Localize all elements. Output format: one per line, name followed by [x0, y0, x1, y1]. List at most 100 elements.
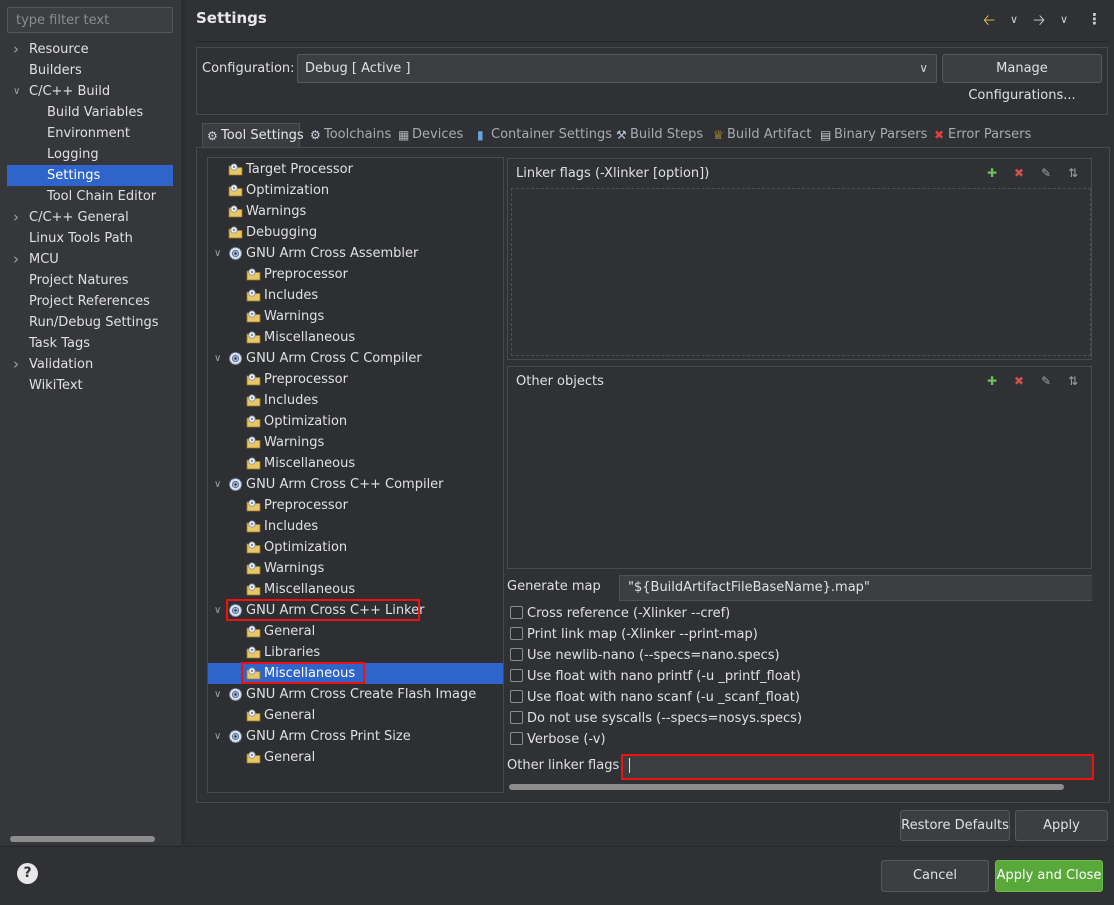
other-objects-list[interactable]: [511, 396, 1091, 565]
nav-item[interactable]: › Validation: [7, 354, 173, 375]
tab-build-artifact[interactable]: ♕ Build Artifact: [709, 123, 812, 147]
chevron-down-icon[interactable]: ∨: [13, 81, 23, 102]
tree-item[interactable]: Target Processor: [208, 159, 503, 180]
tree-item[interactable]: Libraries: [208, 642, 503, 663]
kebab-menu-icon[interactable]: ⋮: [1087, 10, 1102, 28]
other-linker-flags-input[interactable]: [621, 754, 1094, 780]
chevron-down-icon[interactable]: ∨: [214, 348, 221, 369]
filter-input[interactable]: [7, 7, 173, 33]
option-checkbox-row[interactable]: Use float with nano printf (-u _printf_f…: [510, 666, 801, 687]
chevron-right-icon[interactable]: ›: [13, 39, 23, 60]
tree-item[interactable]: Optimization: [208, 411, 503, 432]
chevron-down-icon[interactable]: ∨: [214, 243, 221, 264]
nav-item[interactable]: › Resource: [7, 39, 173, 60]
nav-item[interactable]: Project References: [7, 291, 173, 312]
pane-sash[interactable]: [181, 0, 185, 845]
apply-and-close-button[interactable]: Apply and Close: [995, 860, 1103, 892]
tree-item[interactable]: Includes: [208, 285, 503, 306]
tree-item[interactable]: General: [208, 705, 503, 726]
option-checkbox-row[interactable]: Use float with nano scanf (-u _scanf_flo…: [510, 687, 800, 708]
checkbox[interactable]: [510, 606, 523, 619]
checkbox[interactable]: [510, 711, 523, 724]
configuration-select[interactable]: Debug [ Active ] ∨: [297, 54, 937, 83]
help-icon[interactable]: ?: [17, 863, 38, 884]
tree-item[interactable]: Debugging: [208, 222, 503, 243]
options-horizontal-scrollbar[interactable]: [509, 784, 1064, 790]
restore-defaults-button[interactable]: Restore Defaults: [900, 810, 1010, 841]
tab-toolchains[interactable]: ⚙ Toolchains: [306, 123, 391, 147]
forward-arrow-icon[interactable]: 🡢: [1033, 10, 1045, 35]
chevron-down-icon[interactable]: ∨: [214, 684, 221, 705]
nav-item[interactable]: Run/Debug Settings: [7, 312, 173, 333]
tree-item[interactable]: Preprocessor: [208, 264, 503, 285]
edit-icon[interactable]: ✎: [1038, 165, 1054, 181]
tab-error-parsers[interactable]: ✖ Error Parsers: [930, 123, 1031, 147]
tree-item[interactable]: General: [208, 747, 503, 768]
tree-item[interactable]: General: [208, 621, 503, 642]
tree-item[interactable]: Miscellaneous: [208, 579, 503, 600]
chevron-down-icon[interactable]: ∨: [1060, 13, 1068, 26]
delete-icon[interactable]: ✖: [1011, 165, 1027, 181]
tree-item[interactable]: Warnings: [208, 306, 503, 327]
nav-horizontal-scrollbar[interactable]: [10, 836, 155, 842]
delete-icon[interactable]: ✖: [1011, 373, 1027, 389]
add-icon[interactable]: ✚: [984, 373, 1000, 389]
chevron-right-icon[interactable]: ›: [13, 249, 23, 270]
generate-map-input[interactable]: "${BuildArtifactFileBaseName}.map": [619, 575, 1092, 601]
tree-item[interactable]: ∨ GNU Arm Cross C++ Linker: [208, 600, 503, 621]
tree-item[interactable]: Optimization: [208, 537, 503, 558]
cancel-button[interactable]: Cancel: [881, 860, 989, 892]
option-checkbox-row[interactable]: Verbose (-v): [510, 729, 606, 750]
nav-item[interactable]: Tool Chain Editor: [7, 186, 173, 207]
add-icon[interactable]: ✚: [984, 165, 1000, 181]
tree-item[interactable]: Includes: [208, 390, 503, 411]
tree-item[interactable]: Miscellaneous: [208, 663, 503, 684]
nav-item[interactable]: Settings: [7, 165, 173, 186]
tool-settings-tree[interactable]: Target Processor Optimization Warnings Debu…: [207, 157, 504, 793]
nav-item[interactable]: › MCU: [7, 249, 173, 270]
option-checkbox-row[interactable]: Use newlib-nano (--specs=nano.specs): [510, 645, 780, 666]
nav-item[interactable]: Task Tags: [7, 333, 173, 354]
chevron-right-icon[interactable]: ›: [13, 207, 23, 228]
chevron-down-icon[interactable]: ∨: [214, 600, 221, 621]
nav-item[interactable]: ∨ C/C++ Build: [7, 81, 173, 102]
option-checkbox-row[interactable]: Print link map (-Xlinker --print-map): [510, 624, 758, 645]
nav-item[interactable]: Logging: [7, 144, 173, 165]
tab-tool-settings[interactable]: ⚙ Tool Settings: [202, 123, 304, 147]
back-arrow-icon[interactable]: 🡠: [983, 10, 995, 35]
tree-item[interactable]: ∨ GNU Arm Cross C Compiler: [208, 348, 503, 369]
option-checkbox-row[interactable]: Do not use syscalls (--specs=nosys.specs…: [510, 708, 802, 729]
checkbox[interactable]: [510, 690, 523, 703]
tab-binary-parsers[interactable]: ▤ Binary Parsers: [816, 123, 927, 147]
tree-item[interactable]: Miscellaneous: [208, 327, 503, 348]
checkbox[interactable]: [510, 627, 523, 640]
nav-item[interactable]: Linux Tools Path: [7, 228, 173, 249]
chevron-down-icon[interactable]: ∨: [214, 726, 221, 747]
tree-item[interactable]: Preprocessor: [208, 369, 503, 390]
checkbox[interactable]: [510, 669, 523, 682]
apply-button[interactable]: Apply: [1015, 810, 1108, 841]
tab-devices[interactable]: ▦ Devices: [394, 123, 463, 147]
tree-item[interactable]: Warnings: [208, 558, 503, 579]
tree-item[interactable]: Warnings: [208, 432, 503, 453]
move-icon[interactable]: ⇅: [1065, 165, 1081, 181]
tree-item[interactable]: Warnings: [208, 201, 503, 222]
tree-item[interactable]: Miscellaneous: [208, 453, 503, 474]
nav-item[interactable]: Environment: [7, 123, 173, 144]
tree-item[interactable]: ∨ GNU Arm Cross C++ Compiler: [208, 474, 503, 495]
tree-item[interactable]: Preprocessor: [208, 495, 503, 516]
edit-icon[interactable]: ✎: [1038, 373, 1054, 389]
chevron-down-icon[interactable]: ∨: [1010, 13, 1018, 26]
checkbox[interactable]: [510, 732, 523, 745]
nav-item[interactable]: Project Natures: [7, 270, 173, 291]
nav-item[interactable]: › C/C++ General: [7, 207, 173, 228]
nav-item[interactable]: Builders: [7, 60, 173, 81]
nav-item[interactable]: Build Variables: [7, 102, 173, 123]
tree-item[interactable]: Optimization: [208, 180, 503, 201]
chevron-right-icon[interactable]: ›: [13, 354, 23, 375]
option-checkbox-row[interactable]: Cross reference (-Xlinker --cref): [510, 603, 730, 624]
chevron-down-icon[interactable]: ∨: [214, 474, 221, 495]
nav-item[interactable]: WikiText: [7, 375, 173, 396]
manage-configurations-button[interactable]: Manage Configurations...: [942, 54, 1102, 103]
tree-item[interactable]: ∨ GNU Arm Cross Print Size: [208, 726, 503, 747]
